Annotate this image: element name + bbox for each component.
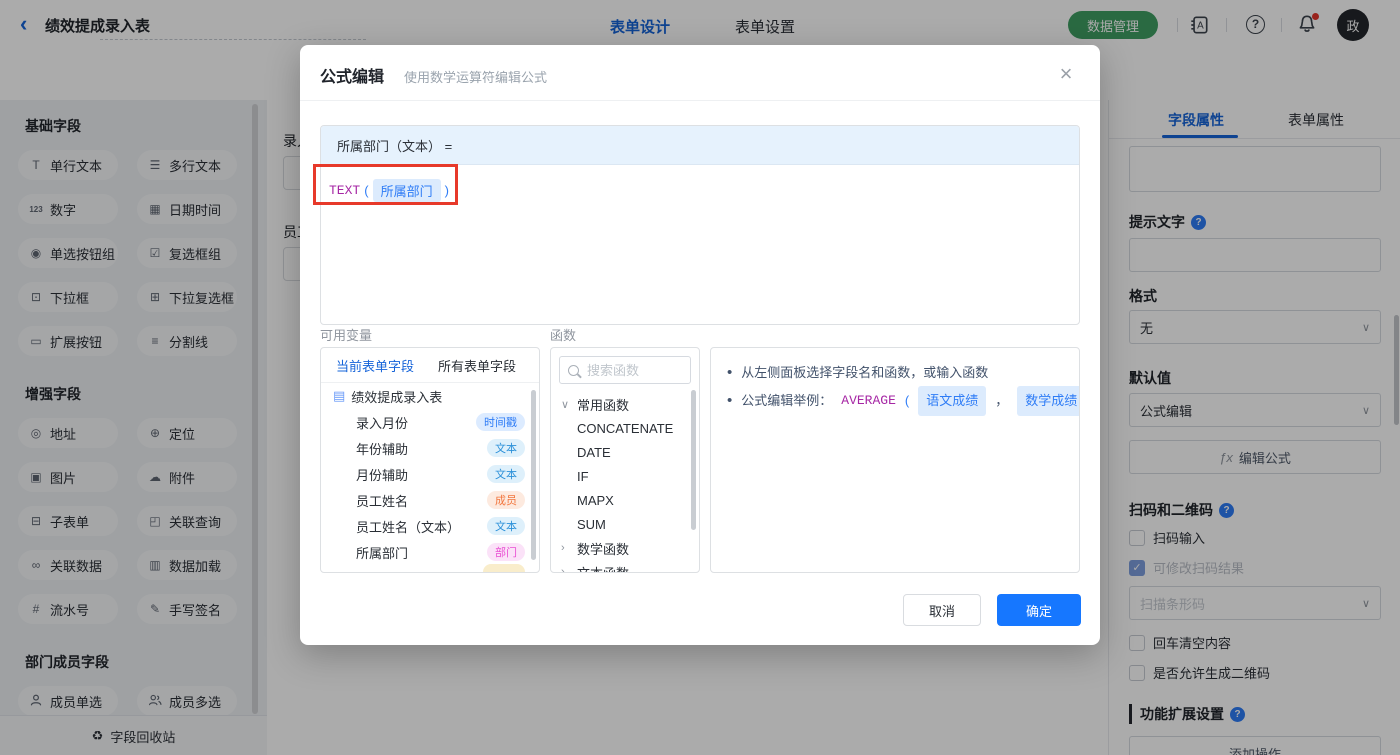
field-type-badge: 文本 xyxy=(487,465,525,483)
variables-panel: 当前表单字段 所有表单字段 ▤ 绩效提成录入表 录入月份 时间戳 年份辅助 文本… xyxy=(320,347,540,573)
close-icon[interactable]: × xyxy=(1054,61,1078,87)
function-group-math[interactable]: › 数学函数 xyxy=(551,536,699,560)
variable-row[interactable]: 员工姓名 成员 xyxy=(321,487,539,513)
clipped-badge xyxy=(483,564,525,573)
help-line-1: • 从左侧面板选择字段名和函数，或输入函数 xyxy=(727,360,1063,386)
cancel-button[interactable]: 取消 xyxy=(903,594,981,626)
field-type-badge: 文本 xyxy=(487,439,525,457)
function-item[interactable]: DATE xyxy=(551,440,699,464)
dialog-subtitle: 使用数学运算符编辑公式 xyxy=(404,67,547,86)
confirm-button[interactable]: 确定 xyxy=(997,594,1081,626)
variable-row[interactable]: 录入月份 时间戳 xyxy=(321,409,539,435)
variable-form-root[interactable]: ▤ 绩效提成录入表 xyxy=(321,383,539,409)
functions-panel: ∨ 常用函数 CONCATENATE DATE IF MAPX SUM › 数学… xyxy=(550,347,700,573)
variables-tabs: 当前表单字段 所有表单字段 xyxy=(321,348,539,383)
tab-all-form-fields[interactable]: 所有表单字段 xyxy=(438,356,516,375)
field-type-badge: 文本 xyxy=(487,517,525,535)
chevron-right-icon: › xyxy=(561,542,571,554)
function-group-text[interactable]: › 文本函数 xyxy=(551,560,699,573)
formula-editor-dialog: 公式编辑 使用数学运算符编辑公式 × 所属部门（文本） = TEXT ( 所属部… xyxy=(300,45,1100,645)
variable-row[interactable]: 月份辅助 文本 xyxy=(321,461,539,487)
functions-section-label: 函数 xyxy=(550,325,576,344)
divider xyxy=(300,100,1100,101)
search-icon xyxy=(568,365,579,376)
form-doc-icon: ▤ xyxy=(333,388,345,404)
example-function-name: AVERAGE xyxy=(841,388,896,414)
function-item[interactable]: CONCATENATE xyxy=(551,416,699,440)
function-item[interactable]: MAPX xyxy=(551,488,699,512)
annotation-highlight-box xyxy=(313,164,458,205)
chevron-down-icon: ∨ xyxy=(561,398,571,411)
app-screen: ‹ 绩效提成录入表 表单设计 表单设置 数据管理 A ? 政 ∞ 表单外链 </… xyxy=(0,0,1400,755)
tab-current-form-fields[interactable]: 当前表单字段 xyxy=(336,356,414,375)
variable-row[interactable]: 年份辅助 文本 xyxy=(321,435,539,461)
function-search-box[interactable] xyxy=(559,356,691,384)
function-item[interactable]: SUM xyxy=(551,512,699,536)
dialog-title: 公式编辑 xyxy=(320,63,384,87)
variables-scrollbar[interactable] xyxy=(531,390,536,560)
variables-section-label: 可用变量 xyxy=(320,325,372,344)
variable-row[interactable]: 所属部门 部门 xyxy=(321,539,539,565)
function-group-common[interactable]: ∨ 常用函数 xyxy=(551,392,699,416)
functions-scrollbar[interactable] xyxy=(691,390,696,530)
variable-row[interactable]: 员工姓名（文本） 文本 xyxy=(321,513,539,539)
chevron-right-icon: › xyxy=(561,566,571,573)
formula-editor-box[interactable]: 所属部门（文本） = TEXT ( 所属部门 ) xyxy=(320,125,1080,325)
function-item[interactable]: IF xyxy=(551,464,699,488)
example-field-chip: 语文成绩 xyxy=(918,386,986,416)
field-type-badge: 部门 xyxy=(487,543,525,561)
help-panel: • 从左侧面板选择字段名和函数，或输入函数 • 公式编辑举例： AVERAGE … xyxy=(710,347,1080,573)
field-type-badge: 时间戳 xyxy=(476,413,525,431)
search-input[interactable] xyxy=(585,362,689,379)
help-line-example: • 公式编辑举例： AVERAGE ( 语文成绩 ， 数学成绩 ) xyxy=(727,386,1063,416)
example-field-chip: 数学成绩 xyxy=(1017,386,1080,416)
formula-target-line: 所属部门（文本） = xyxy=(321,126,1079,165)
field-type-badge: 成员 xyxy=(487,491,525,509)
